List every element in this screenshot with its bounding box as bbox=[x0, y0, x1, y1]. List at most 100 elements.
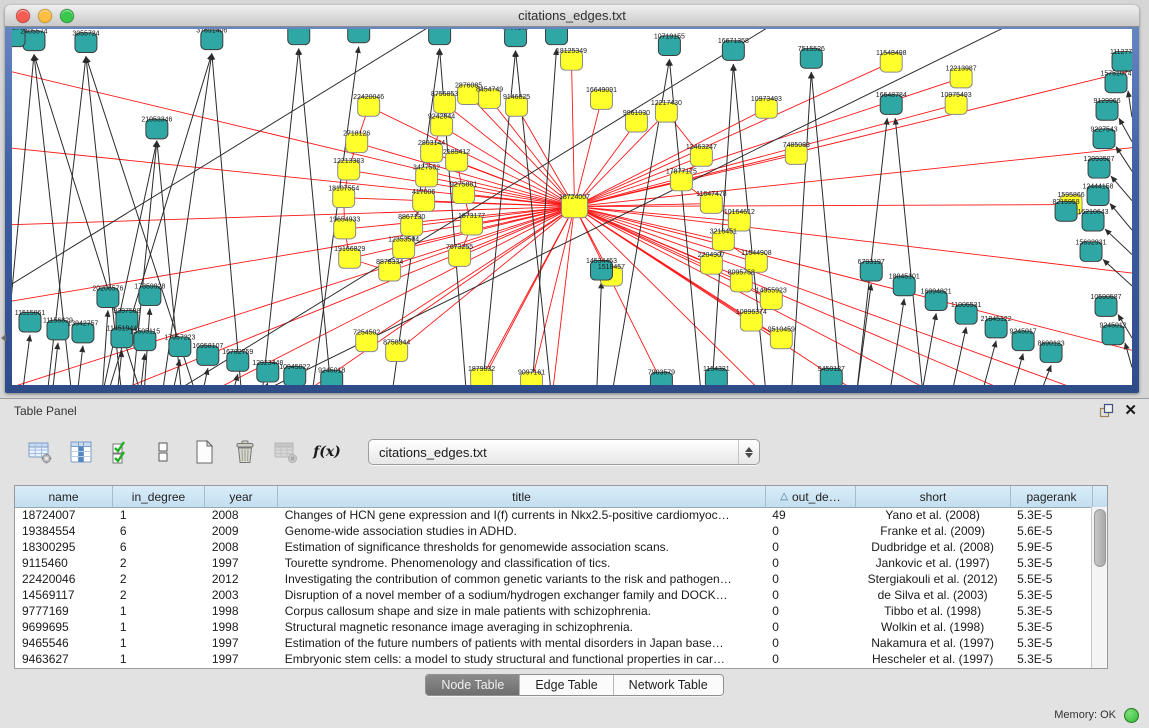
graph-edge bbox=[574, 207, 1031, 385]
graph-node-label: 3427552 bbox=[413, 165, 440, 172]
graph-node[interactable] bbox=[288, 29, 310, 45]
graph-node-label: 37691406 bbox=[196, 29, 227, 34]
graph-node[interactable] bbox=[505, 29, 527, 47]
graph-node-label: 9129966 bbox=[1093, 98, 1120, 105]
graph-edge bbox=[202, 368, 208, 385]
float-panel-button[interactable] bbox=[1098, 403, 1114, 419]
graph-node-label: 2803144 bbox=[418, 140, 445, 147]
window-title: citations_edges.txt bbox=[5, 8, 1139, 23]
table-cell: 2 bbox=[113, 555, 205, 571]
network-canvas[interactable]: 1872400722420046271812612213383181075541… bbox=[12, 29, 1132, 385]
graph-node-label: 3055724 bbox=[72, 30, 99, 37]
graph-node-label: 16994821 bbox=[921, 288, 952, 295]
table-row[interactable]: 969969511998Structural magnetic resonanc… bbox=[15, 619, 1092, 635]
network-window-titlebar[interactable]: citations_edges.txt bbox=[5, 5, 1139, 27]
graph-node-label: 8454749 bbox=[476, 86, 503, 93]
column-header-out_de[interactable]: △out_de… bbox=[766, 486, 856, 507]
graph-node-label: 18724007 bbox=[559, 194, 590, 201]
table-toolbar: f(x) citations_edges.txt bbox=[26, 435, 760, 469]
graph-edge bbox=[572, 60, 575, 206]
network-view-window: citations_edges.txt 18724007224200462718… bbox=[5, 5, 1139, 393]
graph-node[interactable] bbox=[429, 29, 451, 45]
column-header-short[interactable]: short bbox=[856, 486, 1011, 507]
table-row[interactable]: 1830029562008Estimation of significance … bbox=[15, 539, 1092, 555]
graph-node-label: 10896374 bbox=[736, 309, 767, 316]
network-file-selector[interactable]: citations_edges.txt bbox=[368, 439, 760, 465]
table-settings-button[interactable] bbox=[26, 438, 54, 466]
graph-node[interactable] bbox=[546, 29, 568, 45]
table-row[interactable]: 946362711997Embryonic stem cells: a mode… bbox=[15, 651, 1092, 667]
table-cell: 1997 bbox=[205, 651, 278, 667]
graph-node-label: 21845122 bbox=[981, 316, 1012, 323]
delete-button[interactable] bbox=[231, 438, 259, 466]
table-cell: 5.6E-5 bbox=[1010, 523, 1092, 539]
table-cell: 2008 bbox=[205, 539, 278, 555]
close-panel-button[interactable]: ✕ bbox=[1124, 404, 1137, 418]
table-cell: 5.3E-5 bbox=[1010, 603, 1092, 619]
graph-edge bbox=[1039, 365, 1051, 385]
column-header-title[interactable]: title bbox=[278, 486, 766, 507]
graph-node-label: 10590587 bbox=[1091, 294, 1122, 301]
table-cell: Investigating the contribution of common… bbox=[278, 571, 766, 587]
delete-table-button[interactable] bbox=[272, 438, 300, 466]
table-row[interactable]: 977716911998Corpus callosum shape and si… bbox=[15, 603, 1092, 619]
graph-node-label: 10719155 bbox=[654, 33, 685, 40]
graph-node[interactable] bbox=[348, 29, 370, 43]
scrollbar-thumb[interactable] bbox=[1094, 509, 1106, 567]
table-cell: 6 bbox=[113, 523, 205, 539]
checked-boxes-icon bbox=[109, 439, 135, 465]
table-cell: 0 bbox=[765, 603, 855, 619]
tab-node-table[interactable]: Node Table bbox=[426, 675, 519, 695]
show-columns-button[interactable] bbox=[67, 438, 95, 466]
column-label: year bbox=[229, 490, 252, 504]
graph-node-label: 12217430 bbox=[651, 100, 682, 107]
trash-icon bbox=[232, 439, 258, 465]
splitter-collapse-arrow[interactable] bbox=[1, 334, 6, 342]
table-row[interactable]: 1872400712008Changes of HCN gene express… bbox=[15, 507, 1092, 523]
table-cell: 1 bbox=[113, 507, 205, 523]
new-file-button[interactable] bbox=[190, 438, 218, 466]
graph-node-label: 9146825 bbox=[503, 94, 530, 101]
graph-node-label: 1011865 bbox=[12, 29, 27, 31]
table-cell: 5.3E-5 bbox=[1010, 651, 1092, 667]
table-cell: 19384554 bbox=[15, 523, 113, 539]
graph-edge bbox=[12, 207, 574, 226]
table-cell: 0 bbox=[765, 587, 855, 603]
table-cell: Embryonic stem cells: a model to study s… bbox=[278, 651, 766, 667]
table-row[interactable]: 911546021997Tourette syndrome. Phenomeno… bbox=[15, 555, 1092, 571]
clear-selection-button[interactable] bbox=[149, 438, 177, 466]
column-header-name[interactable]: name bbox=[15, 486, 113, 507]
table-cell: 1 bbox=[113, 651, 205, 667]
column-header-pagerank[interactable]: pagerank bbox=[1011, 486, 1093, 507]
table-cell: 2008 bbox=[205, 507, 278, 523]
table-row[interactable]: 946554611997Estimation of the future num… bbox=[15, 635, 1092, 651]
graph-edge bbox=[574, 207, 771, 385]
graph-node-label: 12093587 bbox=[1084, 156, 1115, 163]
graph-node-label: 9245012 bbox=[1099, 323, 1126, 330]
table-panel-header: Table Panel ✕ bbox=[0, 399, 1149, 422]
select-columns-button[interactable] bbox=[108, 438, 136, 466]
graph-edge bbox=[299, 49, 332, 385]
table-row[interactable]: 2242004622012Investigating the contribut… bbox=[15, 571, 1092, 587]
graph-edge bbox=[472, 207, 575, 385]
table-row[interactable]: 1938455462009Genome-wide association stu… bbox=[15, 523, 1092, 539]
graph-node-label: 9450127 bbox=[818, 366, 845, 373]
table-row[interactable]: 1456911722003Disruption of a novel membe… bbox=[15, 587, 1092, 603]
table-cell: Nakamura et al. (1997) bbox=[855, 635, 1010, 651]
table-scrollbar[interactable] bbox=[1091, 507, 1107, 668]
graph-edge bbox=[532, 49, 557, 385]
graph-node-label: 18045101 bbox=[889, 274, 920, 281]
tab-edge-table[interactable]: Edge Table bbox=[519, 675, 612, 695]
table-cell: 5.9E-5 bbox=[1010, 539, 1092, 555]
column-label: in_degree bbox=[132, 490, 185, 504]
column-header-in_degree[interactable]: in_degree bbox=[113, 486, 205, 507]
tab-network-table[interactable]: Network Table bbox=[613, 675, 723, 695]
graph-edge bbox=[12, 207, 574, 385]
table-cell: 9777169 bbox=[15, 603, 113, 619]
graph-node-label: 10164612 bbox=[724, 209, 755, 216]
table-cell: Disruption of a novel member of a sodium… bbox=[278, 587, 766, 603]
function-builder-button[interactable]: f(x) bbox=[313, 438, 341, 466]
column-header-year[interactable]: year bbox=[205, 486, 278, 507]
graph-node-label: 2718126 bbox=[343, 130, 370, 137]
table-cell: 1 bbox=[113, 635, 205, 651]
